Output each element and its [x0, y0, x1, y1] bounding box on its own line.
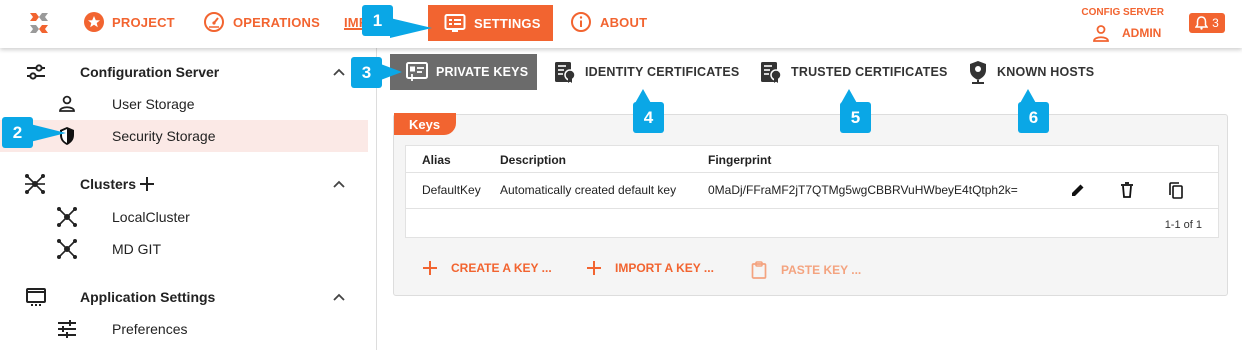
sidebar-item-label: Security Storage	[112, 128, 216, 144]
config-server-label: CONFIG SERVER	[1081, 7, 1164, 18]
tune-icon	[27, 64, 45, 80]
import-key-button[interactable]: IMPORT A KEY ...	[587, 261, 714, 275]
keys-card: Keys Alias Description Fingerprint Defau…	[393, 113, 1228, 296]
sidebar-item-label: Preferences	[112, 321, 188, 337]
user-outline-icon	[59, 95, 75, 112]
notifications-button[interactable]: 3	[1189, 13, 1225, 33]
monitor-icon	[26, 288, 46, 306]
nav-about-label: ABOUT	[600, 14, 648, 30]
sidebar-item-user-storage[interactable]: User Storage	[0, 88, 368, 120]
sliders-icon	[58, 320, 76, 338]
keys-table: Alias Description Fingerprint DefaultKey…	[405, 145, 1219, 238]
speedometer-icon	[204, 12, 224, 32]
nav-settings-label: SETTINGS	[474, 15, 541, 31]
callout-pointer	[390, 18, 432, 38]
sidebar-group-clusters[interactable]: Clusters	[0, 168, 368, 200]
sidebar-item-md-git[interactable]: MD GIT	[0, 233, 368, 265]
nav-about[interactable]: ABOUT	[570, 0, 647, 44]
column-header[interactable]: Fingerprint	[708, 153, 771, 167]
sidebar-group-configuration-server[interactable]: Configuration Server	[0, 56, 368, 88]
callout-badge: 1	[362, 5, 393, 36]
sidebar: Configuration Server User Storage Securi…	[0, 48, 377, 350]
sidebar-item-label: User Storage	[112, 96, 195, 112]
star-circle-icon	[84, 12, 104, 32]
nav-project-label: PROJECT	[112, 14, 175, 30]
pagination-label: 1-1 of 1	[1164, 219, 1202, 231]
sidebar-group-label: Configuration Server	[80, 64, 220, 80]
sidebar-group-application-settings[interactable]: Application Settings	[0, 281, 368, 313]
tab-label: KNOWN HOSTS	[997, 65, 1095, 79]
user-icon	[1093, 25, 1109, 42]
plus-icon	[587, 261, 601, 275]
tab-private-keys[interactable]: PRIVATE KEYS	[390, 54, 537, 90]
sidebar-item-preferences[interactable]: Preferences	[0, 313, 368, 345]
notification-count: 3	[1212, 16, 1219, 30]
nav-operations[interactable]: OPERATIONS	[203, 0, 320, 44]
bell-icon	[1195, 16, 1209, 30]
cell-fingerprint: 0MaDj/FFraMF2jT7QTMg5wgCBBRVuHWbeyE4tQtp…	[708, 183, 1018, 197]
admin-menu[interactable]: ADMIN	[1092, 24, 1161, 42]
tab-label: PRIVATE KEYS	[436, 65, 529, 79]
callout-badge: 6	[1018, 102, 1049, 133]
cluster-icon	[57, 207, 77, 227]
delete-icon[interactable]	[1120, 182, 1134, 198]
chevron-up-icon[interactable]	[331, 64, 347, 80]
nav-settings[interactable]: SETTINGS	[428, 5, 553, 41]
host-shield-icon	[970, 61, 986, 84]
clipboard-icon	[751, 261, 767, 279]
key-card-icon	[406, 62, 428, 81]
certificate-icon	[761, 62, 782, 83]
paste-key-button[interactable]: PASTE KEY ...	[751, 261, 861, 279]
chevron-up-icon[interactable]	[331, 289, 347, 305]
settings-panel-icon	[444, 14, 466, 32]
column-header[interactable]: Alias	[422, 153, 451, 167]
callout-badge: 2	[2, 117, 33, 148]
callout-badge: 3	[351, 57, 382, 88]
create-key-label: CREATE A KEY ...	[451, 261, 552, 275]
create-key-button[interactable]: CREATE A KEY ...	[423, 261, 552, 275]
cell-description: Automatically created default key	[500, 183, 677, 197]
cell-alias: DefaultKey	[422, 183, 481, 197]
main-content: PRIVATE KEYS IDENTITY CERTIFICATES TRUST…	[377, 48, 1242, 350]
app-logo	[30, 13, 48, 33]
tab-label: IDENTITY CERTIFICATES	[585, 65, 740, 79]
card-title: Keys	[394, 113, 456, 135]
callout-pointer	[30, 124, 66, 142]
paste-key-label: PASTE KEY ...	[781, 263, 862, 277]
nav-project[interactable]: PROJECT	[84, 0, 175, 44]
cluster-icon	[57, 239, 77, 259]
edit-icon[interactable]	[1070, 182, 1086, 198]
callout-badge: 5	[840, 102, 871, 133]
column-header[interactable]: Description	[500, 153, 566, 167]
divider	[406, 172, 1218, 173]
divider	[406, 208, 1218, 209]
callout-badge: 4	[633, 102, 664, 133]
top-bar: PROJECT OPERATIONS IMFILE SETTINGS ABOUT…	[0, 0, 1242, 48]
plus-icon	[423, 261, 437, 275]
certificate-icon	[555, 62, 576, 83]
sidebar-item-label: MD GIT	[112, 241, 161, 257]
cluster-icon	[25, 174, 45, 194]
plus-icon[interactable]	[140, 177, 154, 191]
sidebar-group-label: Application Settings	[80, 289, 216, 305]
sidebar-item-label: LocalCluster	[112, 209, 190, 225]
tab-identity-certificates[interactable]: IDENTITY CERTIFICATES	[553, 54, 739, 90]
sidebar-group-label: Clusters	[80, 176, 137, 192]
tab-label: TRUSTED CERTIFICATES	[791, 65, 948, 79]
admin-label: ADMIN	[1122, 26, 1162, 40]
nav-operations-label: OPERATIONS	[233, 14, 320, 30]
tab-known-hosts[interactable]: KNOWN HOSTS	[967, 54, 1094, 90]
tab-trusted-certificates[interactable]: TRUSTED CERTIFICATES	[759, 54, 948, 90]
copy-icon[interactable]	[1168, 182, 1184, 199]
chevron-up-icon[interactable]	[331, 176, 347, 192]
info-icon	[571, 12, 591, 32]
sidebar-item-localcluster[interactable]: LocalCluster	[0, 201, 368, 233]
import-key-label: IMPORT A KEY ...	[615, 261, 714, 275]
